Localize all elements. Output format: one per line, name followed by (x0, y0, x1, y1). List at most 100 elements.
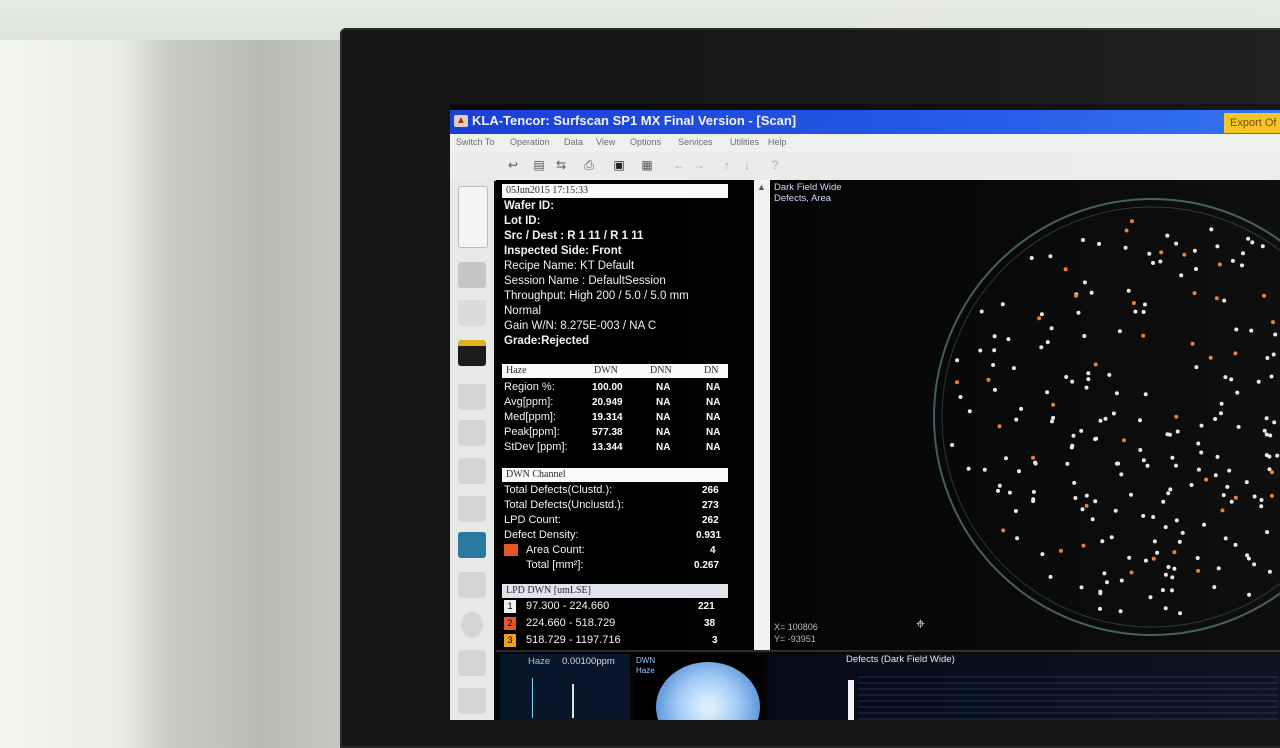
nav-down-icon[interactable]: ↓ (740, 158, 754, 172)
defect-point (1199, 423, 1204, 428)
defect-point (1138, 448, 1143, 452)
defect-point (1098, 591, 1103, 596)
grid-icon[interactable] (458, 300, 486, 326)
crosshair-icon[interactable]: ⌖ (916, 616, 925, 634)
channel-row-label: Total Defects(Clustd.): (504, 484, 613, 496)
wafer-map[interactable] (770, 180, 1280, 650)
lpd-bin-range: 518.729 - 1197.716 (526, 634, 621, 646)
lpd-bin-count: 221 (698, 601, 715, 612)
defect-point (1221, 493, 1226, 498)
menu-services[interactable]: Services (678, 137, 713, 147)
circle-icon[interactable] (461, 612, 483, 638)
screen: ▲ KLA-Tencor: Surfscan SP1 MX Final Vers… (450, 104, 1280, 720)
nav-next-icon[interactable]: → (692, 158, 706, 172)
printer-icon[interactable]: ⎙ (582, 158, 596, 172)
defect-point (1124, 228, 1129, 233)
tool-icon-2[interactable] (458, 420, 486, 446)
haze-map-thumbnail[interactable]: DWN Haze (634, 654, 764, 720)
defect-point (1111, 411, 1116, 416)
tool-icon-7[interactable] (458, 688, 486, 714)
defect-point (958, 395, 963, 399)
defect-point (978, 348, 983, 353)
defect-point (1109, 535, 1114, 540)
defect-point (1182, 252, 1187, 257)
defect-point (1141, 333, 1146, 338)
defect-point (1084, 503, 1089, 508)
menu-utilities[interactable]: Utilities (730, 137, 759, 147)
app-icon[interactable]: ▲ (454, 115, 468, 127)
haze-row-dnn: NA (656, 427, 671, 438)
defect-point (986, 377, 991, 382)
table-icon[interactable]: ▤ (532, 158, 546, 172)
defect-point (1129, 219, 1134, 224)
recipe-name: Recipe Name: KT Default (504, 260, 635, 272)
defect-point (1269, 374, 1274, 379)
menu-operation[interactable]: Operation (510, 137, 550, 147)
defect-point (1000, 302, 1005, 307)
defect-point (1170, 575, 1175, 580)
haze-header-label: Haze (506, 365, 527, 376)
wafer-map-view[interactable]: Dark Field Wide Defects, Area X= 100806 … (770, 180, 1280, 650)
tool-icon-4[interactable] (458, 496, 486, 522)
defects-label: Defects (Dark Field Wide) (846, 654, 955, 665)
export-badge[interactable]: Export Of (1224, 113, 1280, 133)
haze-histogram: Haze 0.00100ppm (500, 654, 630, 720)
defect-point (1240, 263, 1244, 268)
tool-icon-5[interactable] (458, 572, 486, 598)
save-icon[interactable]: ▣ (612, 158, 626, 172)
defect-point (1246, 236, 1251, 241)
defect-point (1093, 499, 1098, 504)
defect-point (1219, 401, 1224, 406)
defect-point (1196, 568, 1201, 573)
panel-scrollbar[interactable]: ▲ (754, 180, 770, 720)
nav-up-icon[interactable]: ↑ (720, 158, 734, 172)
haze-value: 0.00100ppm (562, 656, 615, 667)
tool-icon-6[interactable] (458, 650, 486, 676)
kla-logo-icon[interactable] (458, 340, 486, 366)
inspected-side: Inspected Side: Front (504, 245, 622, 257)
menu-data[interactable]: Data (564, 137, 583, 147)
defect-point (1065, 461, 1070, 466)
scroll-up-icon[interactable]: ▲ (757, 182, 766, 192)
defect-point (1159, 250, 1164, 255)
defect-point (1163, 525, 1168, 530)
lpd-bin-index: 2 (504, 617, 516, 630)
throughput: Throughput: High 200 / 5.0 / 5.0 mm (504, 290, 689, 302)
defect-point (1230, 258, 1235, 263)
defect-point (1180, 530, 1185, 535)
defect-point (1174, 241, 1179, 246)
defect-point (1249, 328, 1254, 333)
folder-icon[interactable] (458, 262, 486, 288)
defect-point (1178, 611, 1183, 616)
tool-icon-3[interactable] (458, 458, 486, 484)
defect-point (1175, 429, 1180, 434)
wafer-list-icon[interactable] (458, 186, 488, 248)
defect-point (992, 348, 997, 353)
haze-row-dnn: NA (656, 397, 671, 408)
back-icon[interactable]: ↩ (506, 158, 520, 172)
menu-switch-to[interactable]: Switch To (456, 137, 494, 147)
defect-point (1155, 550, 1160, 555)
defect-point (1007, 490, 1012, 495)
nav-prev-icon[interactable]: ← (672, 158, 686, 172)
print-icon[interactable]: ▦ (640, 158, 654, 172)
tool-icon-1[interactable] (458, 384, 486, 410)
menu-help[interactable]: Help (768, 137, 787, 147)
menu-options[interactable]: Options (630, 137, 661, 147)
defect-point (1090, 517, 1095, 522)
defect-point (1174, 463, 1178, 468)
defect-point (1195, 556, 1200, 560)
menu-view[interactable]: View (596, 137, 615, 147)
defect-histogram-bar (848, 680, 854, 720)
defect-point (1264, 453, 1269, 458)
map-icon[interactable] (458, 532, 486, 558)
transfer-icon[interactable]: ⇆ (554, 158, 568, 172)
defect-point (1040, 552, 1045, 557)
defect-point (1148, 595, 1153, 600)
defect-point (1151, 515, 1156, 519)
defect-histogram-grid (858, 672, 1278, 720)
defect-point (1196, 441, 1201, 446)
defect-point (1247, 592, 1252, 597)
help-icon[interactable]: ? (768, 158, 782, 172)
defect-point (1089, 290, 1094, 295)
